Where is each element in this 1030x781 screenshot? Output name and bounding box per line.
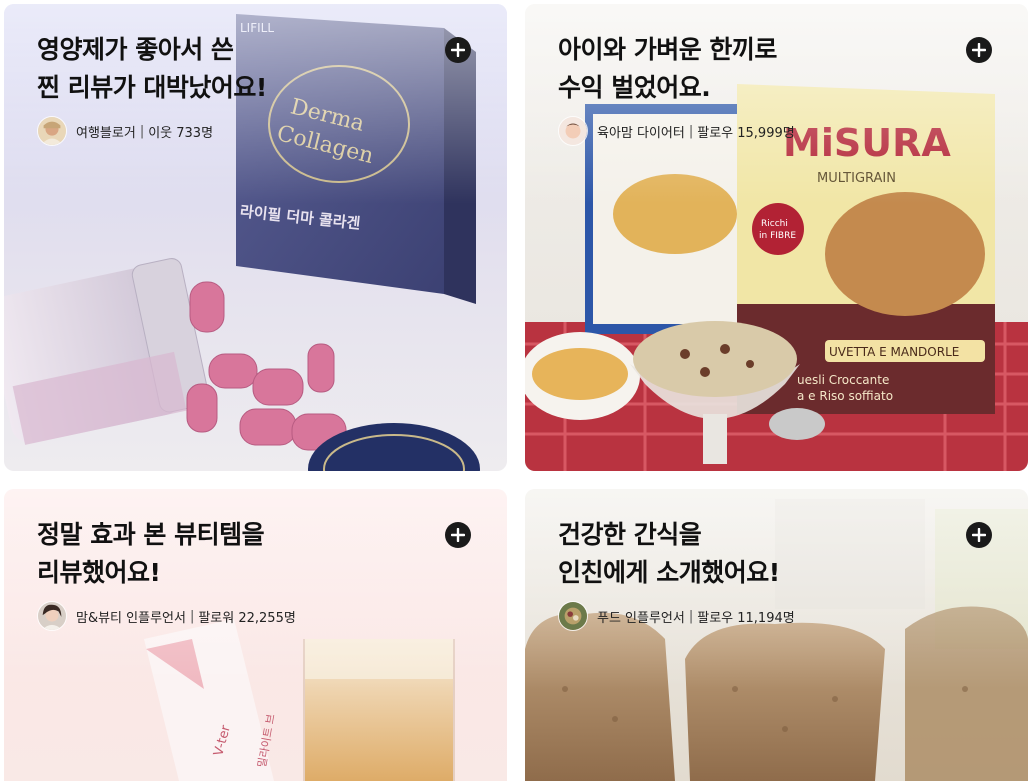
author-name: 여행블로거 (76, 125, 136, 141)
review-card[interactable]: Derma Collagen 라이필 더마 콜라겐 LIFILL (4, 4, 507, 471)
avatar (37, 116, 67, 146)
review-card[interactable]: 건강한 간식을 인친에게 소개했어요! 푸드 인플루언서 | 팔로우 11,19… (525, 489, 1028, 781)
avatar (558, 116, 588, 146)
plus-circle-icon[interactable] (966, 37, 992, 63)
plus-circle-icon[interactable] (445, 522, 471, 548)
divider: | (688, 123, 694, 139)
author-name: 맘&뷰티 인플루언서 (76, 610, 186, 626)
avatar (558, 601, 588, 631)
author-stat: 팔로워 22,255명 (198, 610, 296, 626)
svg-text:a e Riso soffiato: a e Riso soffiato (797, 389, 893, 403)
svg-text:UVETTA E MANDORLE: UVETTA E MANDORLE (829, 345, 959, 359)
author-name: 푸드 인플루언서 (597, 610, 685, 626)
divider: | (139, 123, 145, 139)
svg-text:in FIBRE: in FIBRE (759, 231, 796, 241)
card-title: 아이와 가벼운 한끼로 수익 벌었어요. (558, 35, 777, 102)
divider: | (688, 608, 694, 624)
card-title: 건강한 간식을 인친에게 소개했어요! (558, 520, 780, 587)
author-stat: 이웃 733명 (148, 125, 214, 141)
card-author: 맘&뷰티 인플루언서 | 팔로워 22,255명 (37, 601, 296, 631)
svg-text:uesli Croccante: uesli Croccante (797, 373, 889, 387)
plus-circle-icon[interactable] (966, 522, 992, 548)
divider: | (189, 608, 195, 624)
card-author: 육아맘 다이어터 | 팔로우 15,999명 (558, 116, 795, 146)
card-title: 영양제가 좋아서 쓴 찐 리뷰가 대박났어요! (37, 35, 267, 102)
review-card[interactable]: MiSURA MULTIGRAIN Ricchi in FIBRE UVETTA… (525, 4, 1028, 471)
author-stat: 팔로우 15,999명 (697, 125, 795, 141)
review-card-grid: Derma Collagen 라이필 더마 콜라겐 LIFILL (0, 0, 1030, 781)
card-author: 푸드 인플루언서 | 팔로우 11,194명 (558, 601, 795, 631)
author-stat: 팔로우 11,194명 (697, 610, 795, 626)
card-title: 정말 효과 본 뷰티템을 리뷰했어요! (37, 520, 265, 587)
review-card[interactable]: V-ter 밀라이트 브 정말 효과 본 뷰티템을 리뷰했어요! 맘&뷰티 인플… (4, 489, 507, 781)
avatar (37, 601, 67, 631)
card-author: 여행블로거 | 이웃 733명 (37, 116, 213, 146)
svg-text:Ricchi: Ricchi (761, 219, 788, 229)
plus-circle-icon[interactable] (445, 37, 471, 63)
author-name: 육아맘 다이어터 (597, 125, 685, 141)
